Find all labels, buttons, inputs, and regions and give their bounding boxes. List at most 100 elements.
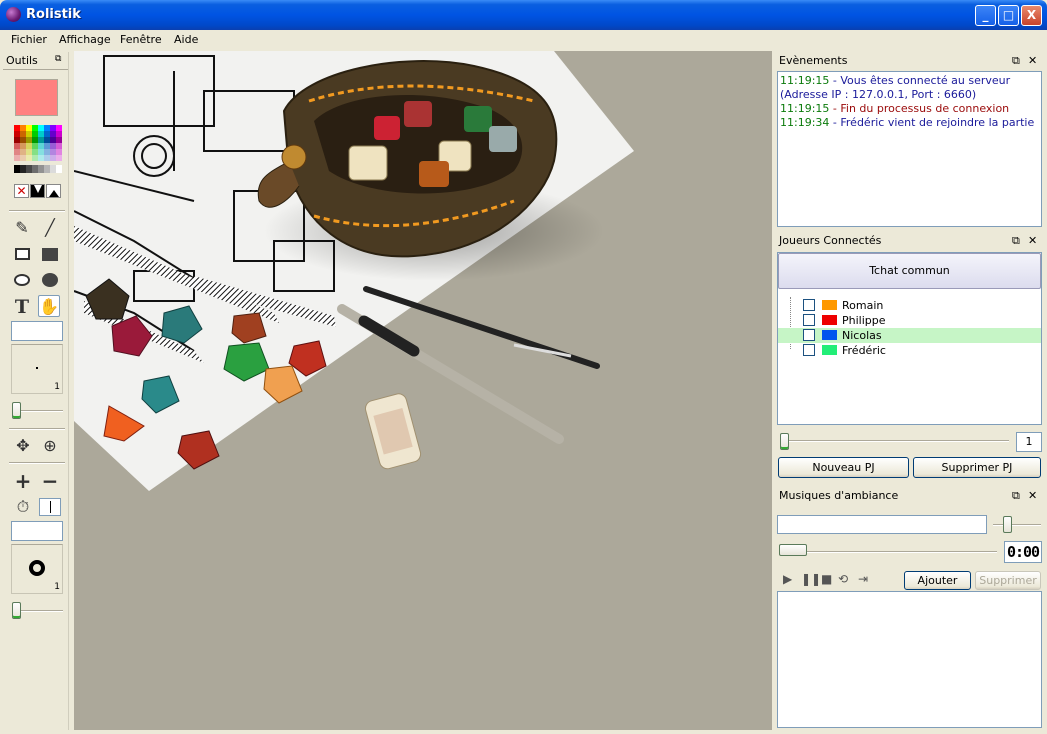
player-checkbox[interactable] (803, 299, 815, 311)
player-row-philippe[interactable]: Philippe (778, 313, 1041, 328)
pause-icon[interactable]: ❚❚ (801, 572, 821, 586)
music-playlist[interactable] (777, 591, 1042, 728)
unveil-color-icon[interactable] (46, 184, 61, 198)
current-color-swatch[interactable] (15, 79, 58, 116)
gray-palette[interactable] (14, 165, 62, 175)
players-panel-title: Joueurs Connectés (779, 234, 882, 247)
delete-music-button[interactable]: Supprimer (975, 571, 1041, 590)
pnj-size-preview: 1 (11, 544, 63, 594)
minimize-button[interactable]: _ (975, 5, 996, 26)
event-line: 11:19:15 - Vous êtes connecté au serveur… (780, 74, 1011, 101)
text-icon[interactable]: T (11, 296, 33, 318)
float-icon[interactable]: ⧉ (1012, 234, 1020, 248)
time-display: 0:00 (1004, 541, 1042, 563)
menu-affichage[interactable]: Affichage (59, 33, 111, 46)
close-icon[interactable]: ✕ (1028, 234, 1037, 247)
add-music-button[interactable]: Ajouter (904, 571, 971, 590)
player-name: Romain (842, 299, 884, 312)
move-icon[interactable]: ✥ (12, 434, 34, 456)
next-track-icon[interactable]: ⇥ (858, 572, 868, 586)
stop-icon[interactable]: ■ (821, 572, 832, 586)
delete-pc-button[interactable]: Supprimer PJ (913, 457, 1041, 478)
volume-slider[interactable] (1003, 516, 1012, 533)
minimize-icon: _ (982, 8, 989, 22)
player-checkbox[interactable] (803, 314, 815, 326)
event-line: 11:19:15 - Fin du processus de connexion (780, 102, 1010, 115)
music-title-field[interactable] (777, 515, 987, 534)
events-panel-header: Evènements ⧉ ✕ (777, 52, 1042, 70)
player-row-romain[interactable]: Romain (778, 298, 1041, 313)
title-bar[interactable]: Rolistik _ □ X (0, 0, 1047, 30)
close-icon[interactable]: ✕ (1028, 54, 1037, 67)
transparent-color-icon[interactable]: ✕ (14, 184, 29, 198)
events-panel: Evènements ⧉ ✕ 11:19:15 - Vous êtes conn… (777, 52, 1042, 228)
color-palette[interactable] (14, 125, 62, 161)
hide-color-icon[interactable] (30, 184, 45, 198)
pc-size-value[interactable]: 1 (1016, 432, 1042, 452)
player-color-swatch (822, 345, 837, 355)
menu-fenetre[interactable]: Fenêtre (120, 33, 162, 46)
common-chat-button[interactable]: Tchat commun (778, 253, 1041, 289)
pen-size-value: 1 (54, 382, 60, 392)
add-pnj-icon[interactable]: + (12, 469, 34, 493)
remove-pnj-icon[interactable]: − (39, 469, 61, 493)
empty-rect-icon[interactable] (11, 243, 33, 265)
float-icon[interactable]: ⧉ (1012, 489, 1020, 503)
pen-size-slider[interactable] (12, 402, 21, 419)
pnj-number-field[interactable] (39, 498, 61, 516)
workspace[interactable] (74, 51, 772, 730)
player-color-swatch (822, 330, 837, 340)
dock-float-icon[interactable]: ⧉ (55, 55, 65, 65)
player-row-frederic[interactable]: Frédéric (778, 343, 1041, 358)
pnj-size-slider[interactable] (12, 602, 21, 619)
pnj-name-input[interactable] (11, 521, 63, 541)
pencil-icon[interactable]: ✎ (11, 216, 33, 238)
filled-rect-icon[interactable] (39, 243, 61, 265)
menu-fichier[interactable]: Fichier (11, 33, 47, 46)
empty-ellipse-icon[interactable] (11, 269, 33, 291)
maximize-icon: □ (1002, 8, 1015, 22)
player-checkbox[interactable] (803, 329, 815, 341)
music-panel-header: Musiques d'ambiance ⧉ ✕ (777, 487, 1042, 505)
text-input[interactable] (11, 321, 63, 341)
player-color-swatch (822, 300, 837, 310)
tools-separator (9, 210, 65, 212)
player-checkbox[interactable] (803, 344, 815, 356)
float-icon[interactable]: ⧉ (1012, 54, 1020, 68)
maximize-button[interactable]: □ (998, 5, 1019, 26)
tools-dock-header: Outils ⧉ (3, 52, 68, 70)
special-colors[interactable]: ✕ (14, 184, 62, 198)
play-icon[interactable]: ▶ (783, 572, 792, 586)
stopwatch-icon[interactable]: ⏱ (12, 496, 34, 518)
player-name: Philippe (842, 314, 886, 327)
palette-gray[interactable] (56, 165, 62, 173)
close-icon[interactable]: ✕ (1028, 489, 1037, 502)
pc-size-slider[interactable] (780, 433, 789, 450)
tools-separator (9, 462, 65, 464)
close-button[interactable]: X (1021, 5, 1042, 26)
hand-icon[interactable]: ✋ (38, 295, 60, 317)
menu-aide[interactable]: Aide (174, 33, 198, 46)
repeat-icon[interactable]: ⟲ (838, 572, 848, 586)
workspace-background-image (74, 51, 634, 491)
new-pc-button[interactable]: Nouveau PJ (778, 457, 909, 478)
palette-color[interactable] (56, 155, 62, 161)
player-color-swatch (822, 315, 837, 325)
filled-ellipse-icon[interactable] (39, 269, 61, 291)
tools-dock-title: Outils (6, 54, 38, 67)
tools-dock: Outils ⧉ ✕ ✎ ╱ T ✋ 1 ✥ ⊕ + − ⏱ 1 (3, 52, 69, 730)
players-panel: Joueurs Connectés ⧉ ✕ Tchat commun Romai… (777, 232, 1042, 482)
pen-size-preview: 1 (11, 344, 63, 394)
main-window: Rolistik _ □ X Fichier Affichage Fenêtre… (0, 0, 1047, 734)
seek-slider[interactable] (779, 544, 807, 556)
player-row-nicolas[interactable]: Nicolas (778, 328, 1041, 343)
eraser (364, 393, 422, 470)
text-cursor (50, 501, 51, 513)
seek-track (779, 551, 997, 553)
line-icon[interactable]: ╱ (39, 216, 61, 238)
tools-separator (9, 428, 65, 430)
pc-size-track (783, 440, 1009, 442)
close-icon: X (1026, 8, 1037, 22)
events-panel-title: Evènements (779, 54, 848, 67)
rotate-icon[interactable]: ⊕ (39, 434, 61, 456)
